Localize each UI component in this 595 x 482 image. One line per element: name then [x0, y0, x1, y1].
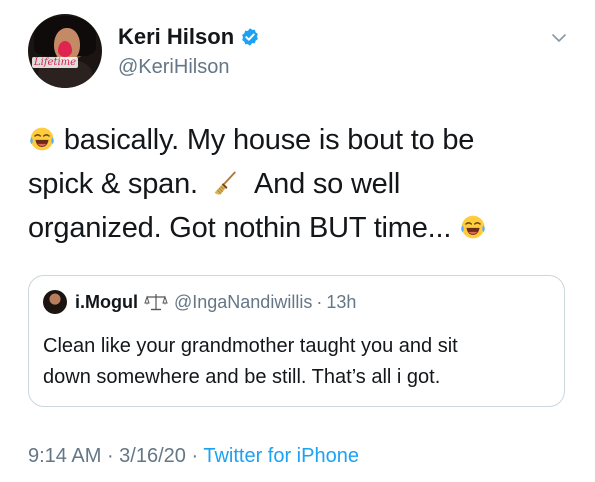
tweet-line-1: basically. My house is bout to be [63, 124, 475, 156]
meta-separator: · [185, 445, 204, 467]
tweet-line-2: spick & span. [28, 168, 198, 200]
avatar-logo-text: Lifetime [32, 57, 79, 68]
tears-of-joy-emoji-icon [461, 215, 485, 239]
tweet-source-link[interactable]: Twitter for iPhone [203, 445, 359, 467]
tweet-body: basically. My house is bout to be spick … [28, 118, 568, 250]
quoted-timestamp: 13h [326, 291, 357, 312]
verified-badge-icon [242, 28, 258, 46]
quoted-separator: · [316, 291, 323, 312]
quoted-line-1: Clean like your grandmother taught you a… [43, 335, 458, 357]
meta-separator: · [101, 445, 120, 467]
tweet-line: organized. Got nothin BUT time... [28, 206, 568, 250]
quoted-author-avatar [43, 290, 67, 314]
quoted-line-2: down somewhere and be still. That’s all … [43, 366, 441, 388]
author-display-name[interactable]: Keri Hilson [118, 24, 234, 50]
balance-scale-icon [144, 294, 168, 311]
quoted-tweet-card[interactable]: i.Mogul @IngaNandiwillis · 13h Clean lik… [28, 275, 565, 407]
chevron-down-icon[interactable] [551, 30, 567, 46]
tweet-line-3: And so well [254, 168, 401, 200]
author-handle[interactable]: @KeriHilson [118, 56, 229, 79]
tweet-line: basically. My house is bout to be [28, 118, 568, 162]
tweet-time: 9:14 AM [28, 445, 102, 467]
tweet-meta: 9:14 AM · 3/16/20 · Twitter for iPhone [28, 445, 359, 468]
broom-emoji-icon [214, 171, 236, 195]
quoted-tweet-header: i.Mogul @IngaNandiwillis · 13h [43, 290, 356, 314]
author-name-row: Keri Hilson [118, 24, 260, 50]
quoted-author-name: i.Mogul [75, 291, 138, 312]
tweet-line-4: organized. Got nothin BUT time... [28, 212, 452, 244]
tweet-date: 3/16/20 [119, 445, 186, 467]
author-avatar[interactable]: Lifetime [28, 14, 102, 88]
lifetime-logo-icon [58, 41, 72, 57]
tweet-line: spick & span. And so well [28, 162, 568, 206]
tweet-header: Lifetime Keri Hilson @KeriHilson [28, 14, 573, 94]
quoted-tweet-body: Clean like your grandmother taught you a… [43, 331, 553, 393]
quoted-author-handle: @IngaNandiwillis [173, 291, 313, 312]
tears-of-joy-emoji-icon [30, 127, 54, 151]
